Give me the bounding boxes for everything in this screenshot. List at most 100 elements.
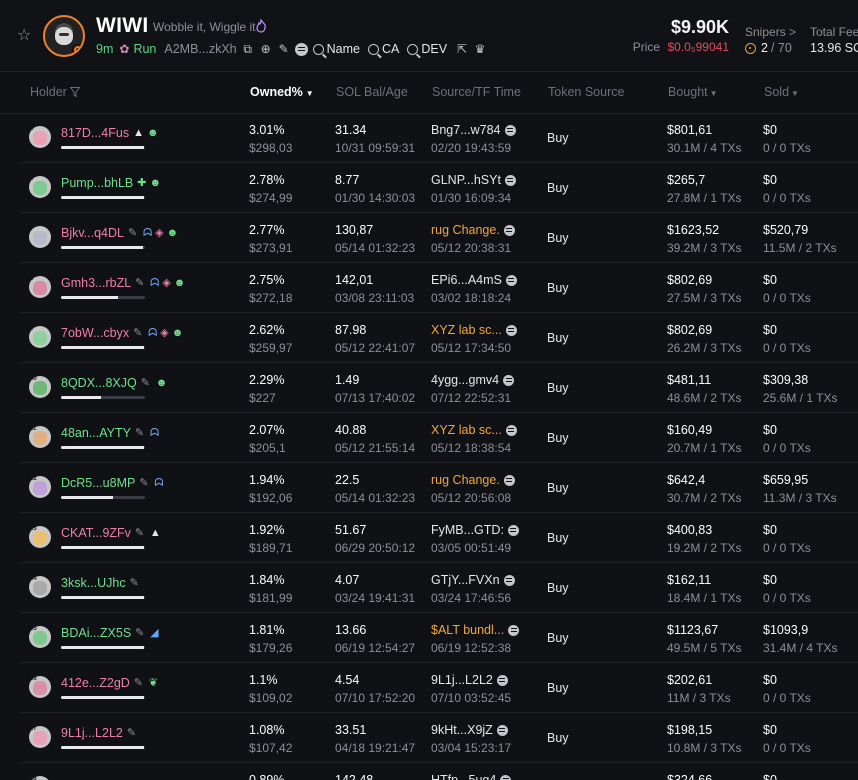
bought-amount: 10.8M / 3 TXs xyxy=(667,741,742,755)
table-row[interactable]: 8 Gmh3...rbZL ✎ ᗣ ◈ ☻ 2.75% $272,18 142,01 … xyxy=(20,263,858,313)
holder-address[interactable]: 48an...AYTY xyxy=(61,426,131,440)
table-row[interactable]: 11 48an...AYTY ✎ ᗣ 2.07% $205,1 40.88 05/… xyxy=(20,413,858,463)
table-row[interactable]: 9 7obW...cbyx ✎ ᗣ ◈ ☻ 2.62% $259,97 87.98 0… xyxy=(20,313,858,363)
column-owned[interactable]: Owned% ▼ xyxy=(250,85,314,99)
table-row[interactable]: 16 412e...Z2gD ✎ ❦ 1.1% $109,02 4.54 07/1… xyxy=(20,663,858,713)
funding-source[interactable]: $ALT bundl... xyxy=(431,623,520,637)
holder-address[interactable]: Bjkv...q4DL xyxy=(61,226,124,240)
funding-source[interactable]: 4ygg...gmv4 xyxy=(431,373,515,387)
edit-icon[interactable]: ✎ xyxy=(141,377,152,389)
holder-address[interactable]: Gmh3...rbZL xyxy=(61,276,131,290)
table-row[interactable]: 6 Pump...bhLB ✚ ☻ 2.78% $274,99 8.77 01/3… xyxy=(20,163,858,213)
edit-icon[interactable]: ✎ xyxy=(135,427,146,439)
solana-icon xyxy=(500,774,512,780)
bought-amount: 48.6M / 2 TXs xyxy=(667,391,742,405)
funding-source[interactable]: EPi6...A4mS xyxy=(431,273,517,287)
feather-icon[interactable]: ✎ xyxy=(277,42,291,56)
funding-source[interactable]: XYZ lab sc... xyxy=(431,323,517,337)
table-row[interactable]: 17 9L1j...L2L2 ✎ 1.08% $107,42 33.51 04/… xyxy=(20,713,858,763)
launchpad-name[interactable]: Run xyxy=(133,42,156,56)
sol-balance: 31.34 xyxy=(335,123,367,137)
ghost-icon: ᗣ xyxy=(154,476,164,489)
table-row[interactable]: 18 0.89% 142.48 HTfp...5ug4 $324,66 $0 xyxy=(20,763,858,780)
holder-address[interactable]: 8QDX...8XJQ xyxy=(61,376,137,390)
solana-icon[interactable] xyxy=(295,42,309,56)
search-dev-link[interactable]: DEV xyxy=(407,42,447,56)
owned-bar-fill xyxy=(61,296,119,299)
funding-source[interactable]: GTjY...FVXn xyxy=(431,573,515,587)
funding-source[interactable]: HTfp...5ug4 xyxy=(431,773,512,780)
funding-source[interactable]: Bng7...w784 xyxy=(431,123,516,137)
crown-icon[interactable]: ♛ xyxy=(473,42,487,56)
globe-icon[interactable]: ⊕ xyxy=(259,42,273,56)
token-avatar[interactable] xyxy=(43,15,85,57)
transfer-time: 07/10 03:52:45 xyxy=(431,691,512,705)
funding-source[interactable]: rug Change. xyxy=(431,223,515,237)
snipers-label[interactable]: Snipers > xyxy=(745,25,796,39)
holder-cell: 817D...4Fus ▲ ☻ xyxy=(61,126,162,140)
edit-icon[interactable]: ✎ xyxy=(135,277,146,289)
holder-address[interactable]: 412e...Z2gD xyxy=(61,676,130,690)
wallet-age: 06/29 20:50:12 xyxy=(335,541,416,555)
column-token-source[interactable]: Token Source xyxy=(548,85,624,99)
sol-balance: 4.54 xyxy=(335,673,360,687)
sold-usd: $0 xyxy=(763,723,777,737)
token-source: Buy xyxy=(547,631,569,645)
table-row[interactable]: 15 BDAi...ZX5S ✎ ◢ 1.81% $179,26 13.66 06… xyxy=(20,613,858,663)
edit-icon[interactable]: ✎ xyxy=(139,477,150,489)
copy-icon[interactable]: ⧉ xyxy=(241,42,255,56)
edit-icon[interactable]: ✎ xyxy=(130,577,141,589)
star-icon[interactable]: ☆ xyxy=(17,28,33,44)
sol-balance: 1.49 xyxy=(335,373,360,387)
owned-bar xyxy=(61,346,145,349)
external-link-icon[interactable]: ⇱ xyxy=(455,42,469,56)
contract-address[interactable]: A2MB...zkXh xyxy=(164,42,236,56)
holder-address[interactable]: BDAi...ZX5S xyxy=(61,626,131,640)
filter-icon[interactable] xyxy=(69,87,80,97)
holder-address[interactable]: 9L1j...L2L2 xyxy=(61,726,123,740)
table-row[interactable]: 14 3ksk...UJhc ✎ 1.84% $181,99 4.07 03/2… xyxy=(20,563,858,613)
column-bought[interactable]: Bought ▼ xyxy=(668,85,718,99)
edit-icon[interactable]: ✎ xyxy=(133,327,144,339)
column-source-tf[interactable]: Source/TF Time xyxy=(432,85,521,99)
search-name-link[interactable]: Name xyxy=(312,42,360,56)
holder-rank: 12 xyxy=(30,476,37,482)
holder-address[interactable]: 3ksk...UJhc xyxy=(61,576,126,590)
funding-source[interactable]: GLNP...hSYt xyxy=(431,173,516,187)
solana-icon xyxy=(503,474,515,486)
table-row[interactable]: 13 CKAT...9ZFv ✎ ▲ 1.92% $189,71 51.67 06… xyxy=(20,513,858,563)
holder-address[interactable]: 817D...4Fus xyxy=(61,126,129,140)
column-holder[interactable]: Holder xyxy=(30,85,80,99)
funding-source[interactable]: XYZ lab sc... xyxy=(431,423,517,437)
funding-source[interactable]: rug Change. xyxy=(431,473,515,487)
holder-cell: BDAi...ZX5S ✎ ◢ xyxy=(61,626,162,640)
edit-icon[interactable]: ✎ xyxy=(135,527,146,539)
owned-percent: 2.62% xyxy=(249,323,285,337)
funding-source[interactable]: 9kHt...X9jZ xyxy=(431,723,508,737)
puzzle-icon: ✚ xyxy=(137,176,147,189)
holder-address[interactable]: 7obW...cbyx xyxy=(61,326,129,340)
holder-address[interactable]: Pump...bhLB xyxy=(61,176,133,190)
edit-icon[interactable]: ✎ xyxy=(135,627,146,639)
avatar-face xyxy=(33,131,47,145)
table-row[interactable]: 12 DcR5...u8MP ✎ ᗣ 1.94% $192,06 22.5 05/… xyxy=(20,463,858,513)
holder-avatar: 12 xyxy=(29,476,51,498)
sold-usd: $0 xyxy=(763,423,777,437)
holder-avatar: 5 xyxy=(29,126,51,148)
funding-source[interactable]: 9L1j...L2L2 xyxy=(431,673,508,687)
holder-address[interactable]: CKAT...9ZFv xyxy=(61,526,131,540)
edit-icon[interactable]: ✎ xyxy=(128,227,139,239)
search-ca-link[interactable]: CA xyxy=(367,42,399,56)
owned-bar xyxy=(61,146,145,149)
column-sol-bal[interactable]: SOL Bal/Age xyxy=(336,85,408,99)
column-sold[interactable]: Sold ▼ xyxy=(764,85,799,99)
avatar-face xyxy=(33,431,47,445)
table-row[interactable]: 10 8QDX...8XJQ ✎ ☻ 2.29% $227 1.49 07/13 … xyxy=(20,363,858,413)
funding-source[interactable]: FyMB...GTD: xyxy=(431,523,519,537)
holder-avatar: 15 xyxy=(29,626,51,648)
holder-address[interactable]: DcR5...u8MP xyxy=(61,476,135,490)
edit-icon[interactable]: ✎ xyxy=(127,727,138,739)
table-row[interactable]: 7 Bjkv...q4DL ✎ ᗣ ◈ ☻ 2.77% $273,91 130,87 … xyxy=(20,213,858,263)
table-row[interactable]: 5 817D...4Fus ▲ ☻ 3.01% $298,03 31.34 10/… xyxy=(20,113,858,163)
edit-icon[interactable]: ✎ xyxy=(134,677,145,689)
